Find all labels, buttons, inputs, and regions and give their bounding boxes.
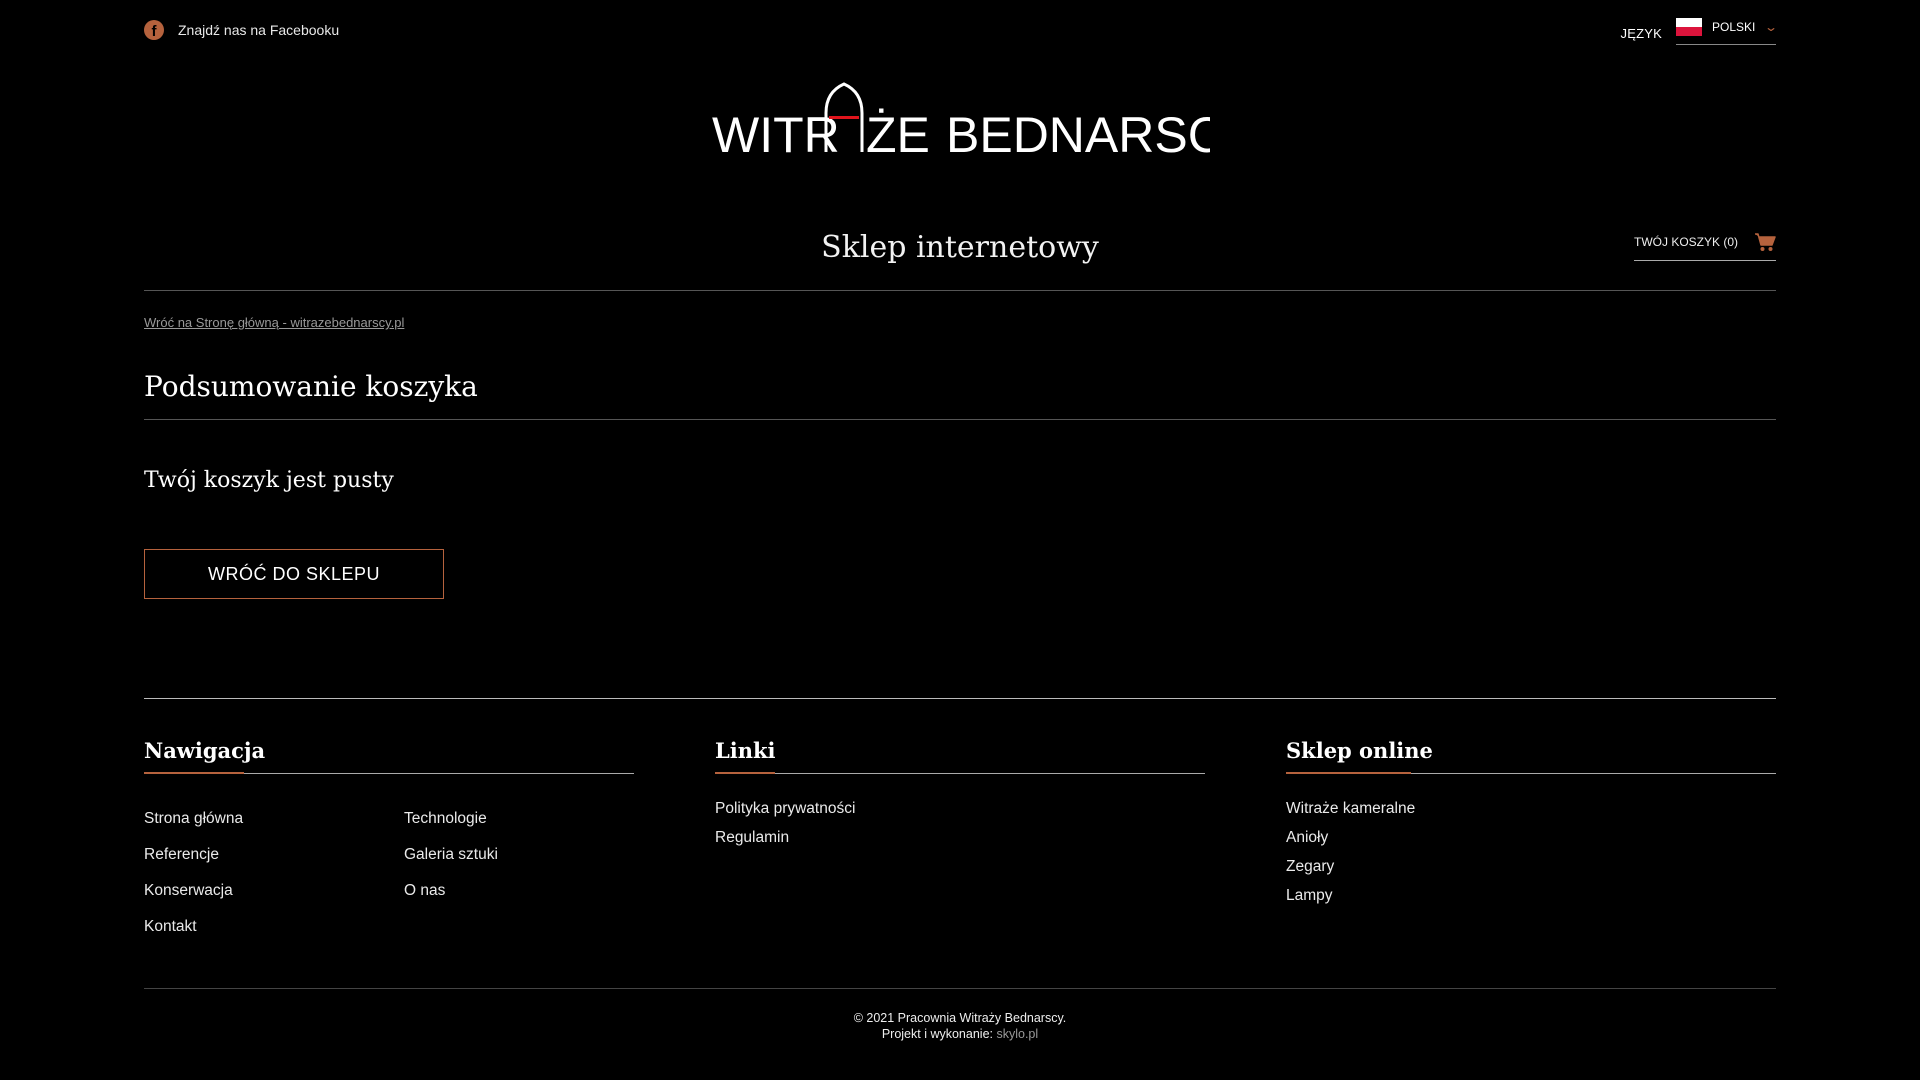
copyright: © 2021 Pracownia Witraży Bednarscy. Proj… <box>0 1010 1920 1042</box>
list-item: Anioły <box>1286 829 1776 847</box>
copyright-divider <box>144 988 1776 989</box>
back-to-shop-button[interactable]: WRÓĆ DO SKLEPU <box>144 549 444 599</box>
shop-title: Sklep internetowy <box>821 230 1099 265</box>
footer-divider <box>144 698 1776 699</box>
footer-links-title-text: Linki <box>715 738 776 763</box>
list-item: Zegary <box>1286 858 1776 876</box>
footer-shop-list: Witraże kameralne Anioły Zegary Lampy <box>1286 800 1776 905</box>
footer-nav-link[interactable]: Kontakt <box>144 918 404 936</box>
footer-nav-link[interactable]: Galeria sztuki <box>404 846 634 864</box>
logo-text-brand: BEDNARSCY <box>946 107 1210 163</box>
footer-nav-link[interactable]: Technologie <box>404 810 634 828</box>
language-label: JĘZYK <box>1620 26 1662 41</box>
footer-shop-link[interactable]: Witraże kameralne <box>1286 800 1415 818</box>
footer-shop-link[interactable]: Anioły <box>1286 829 1328 847</box>
empty-cart-message: Twój koszyk jest pusty <box>144 468 394 493</box>
cart-link[interactable]: TWÓJ KOSZYK (0) <box>1634 232 1776 261</box>
title-accent-line <box>715 772 775 774</box>
copyright-text: © 2021 Pracownia Witraży Bednarscy. <box>853 1011 1067 1025</box>
footer-shop-title: Sklep online <box>1286 738 1776 774</box>
credit-line: Projekt i wykonanie: skylo.pl <box>0 1026 1920 1042</box>
header-divider <box>144 290 1776 291</box>
footer-nav-grid: Strona główna Technologie Referencje Gal… <box>144 810 634 936</box>
footer-nav-link[interactable]: O nas <box>404 882 634 900</box>
site-logo[interactable]: WITR ŻE BEDNARSCY <box>710 78 1210 168</box>
chevron-down-icon: ⌄ <box>1763 20 1779 34</box>
list-item: Polityka prywatności <box>715 800 1205 818</box>
footer-links-list: Polityka prywatności Regulamin <box>715 800 1205 847</box>
footer-nav-link[interactable]: Konserwacja <box>144 882 404 900</box>
poland-flag-icon <box>1676 18 1702 36</box>
footer-navigation-title-text: Nawigacja <box>144 738 266 763</box>
title-accent-line <box>144 772 244 774</box>
title-divider <box>144 419 1776 420</box>
footer-links-title: Linki <box>715 738 1205 774</box>
cart-icon <box>1755 233 1776 251</box>
language-select[interactable]: POLSKI ⌄ <box>1676 18 1779 45</box>
back-to-home-link[interactable]: Wróć na Stronę główną - witrazebednarscy… <box>144 315 404 330</box>
language-switcher: JĘZYK POLSKI ⌄ <box>1620 18 1779 45</box>
logo-text-left: WITR <box>712 107 840 163</box>
cart-label: TWÓJ KOSZYK (0) <box>1634 235 1739 249</box>
page-title: Podsumowanie koszyka <box>144 370 478 403</box>
facebook-icon: f <box>144 20 164 40</box>
list-item: Lampy <box>1286 887 1776 905</box>
footer-navigation-title: Nawigacja <box>144 738 634 774</box>
footer-shop: Sklep online Witraże kameralne Anioły Ze… <box>1286 738 1776 916</box>
footer-nav-link[interactable]: Strona główna <box>144 810 404 828</box>
footer-nav-link[interactable]: Referencje <box>144 846 404 864</box>
credit-prefix: Projekt i wykonanie: <box>881 1027 993 1041</box>
logo-red-bar <box>829 116 859 119</box>
footer-link[interactable]: Regulamin <box>715 829 789 847</box>
facebook-link-label: Znajdź nas na Facebooku <box>178 22 340 38</box>
logo-text-right: ŻE <box>866 107 930 163</box>
language-value: POLSKI <box>1712 20 1756 34</box>
credit-link[interactable]: skylo.pl <box>996 1027 1038 1041</box>
footer-shop-title-text: Sklep online <box>1286 738 1433 763</box>
footer-shop-link[interactable]: Zegary <box>1286 858 1334 876</box>
footer-shop-link[interactable]: Lampy <box>1286 887 1333 905</box>
facebook-link[interactable]: f Znajdź nas na Facebooku <box>144 20 339 40</box>
footer-link[interactable]: Polityka prywatności <box>715 800 855 818</box>
title-accent-line <box>1286 772 1411 774</box>
list-item: Witraże kameralne <box>1286 800 1776 818</box>
list-item: Regulamin <box>715 829 1205 847</box>
footer-navigation: Nawigacja Strona główna Technologie Refe… <box>144 738 634 936</box>
footer-links: Linki Polityka prywatności Regulamin <box>715 738 1205 858</box>
